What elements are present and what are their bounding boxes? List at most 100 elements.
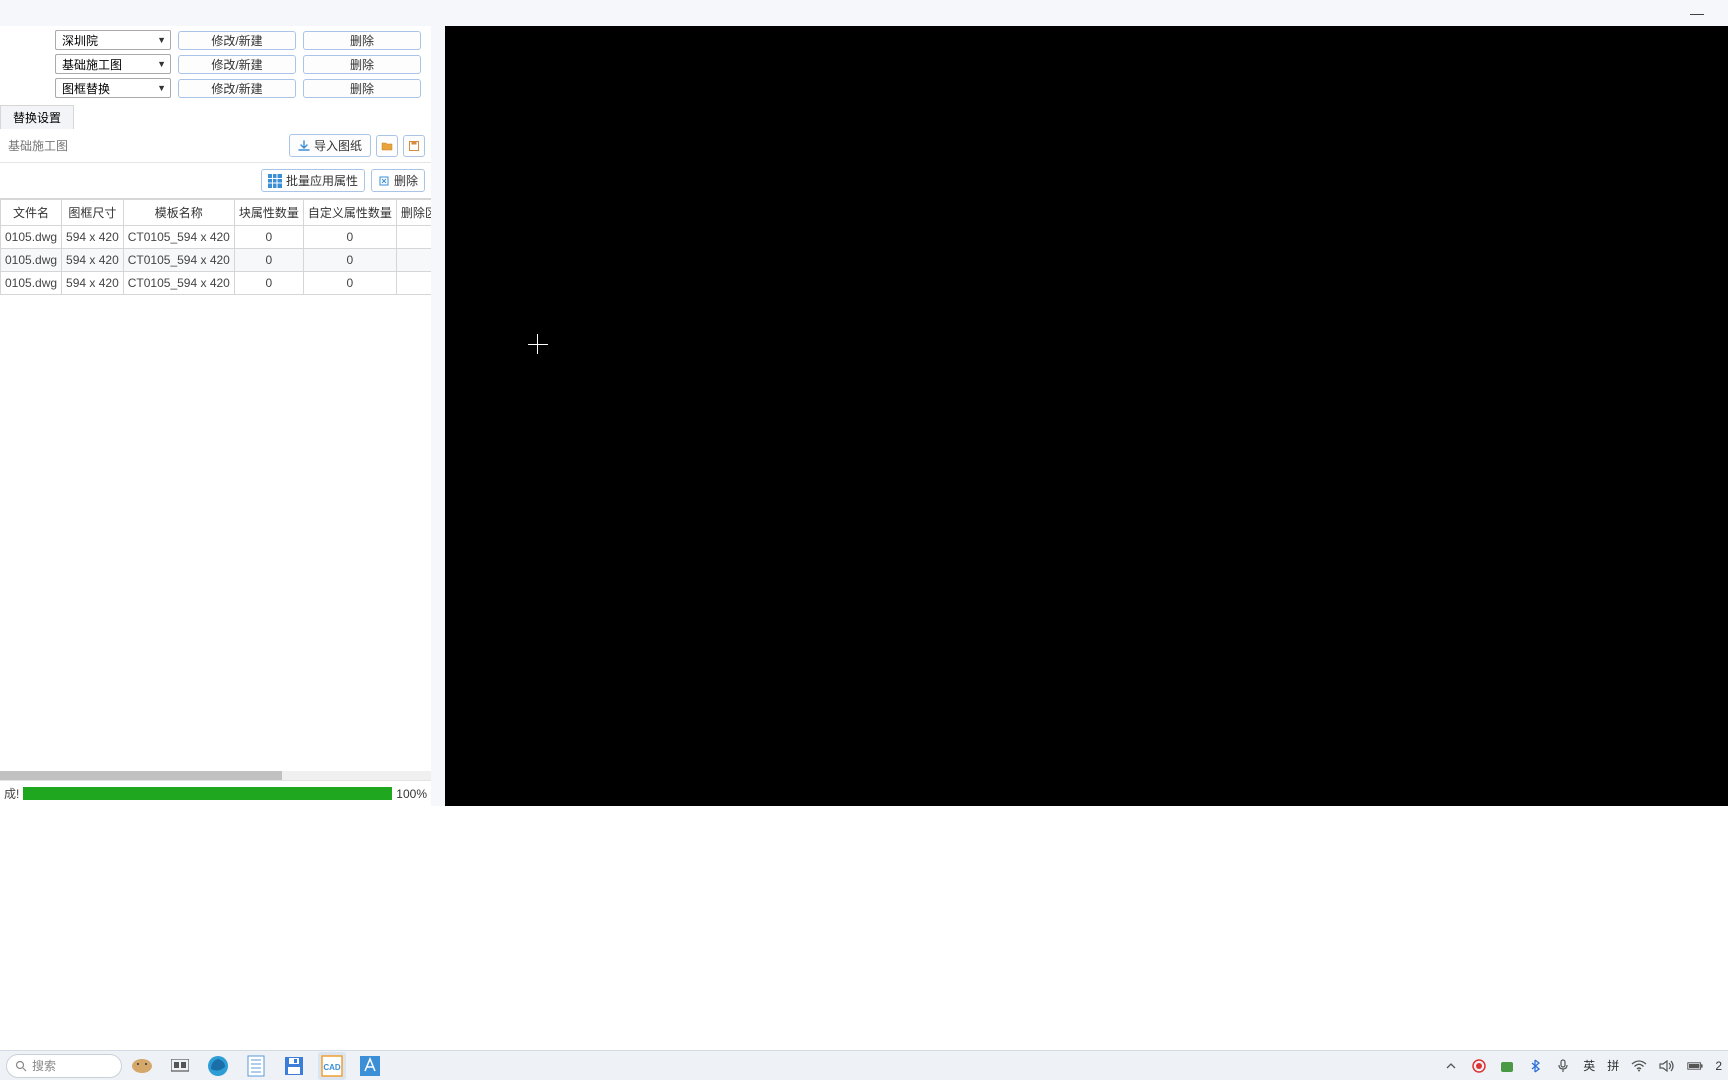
cell: 0 — [234, 272, 303, 295]
col-deleteregions[interactable]: 删除区域数量 — [396, 200, 431, 226]
search-icon — [15, 1060, 27, 1072]
grid-toolbar: 批量应用属性 删除 — [0, 163, 431, 198]
grid-icon — [268, 174, 282, 188]
cell: CT0105_594 x 420 — [123, 272, 234, 295]
tray-lang-pinyin[interactable]: 拼 — [1607, 1057, 1619, 1074]
delete-button-1[interactable]: 删除 — [303, 55, 421, 74]
cell: 0 — [396, 272, 431, 295]
save-button[interactable] — [403, 135, 425, 157]
select-value: 图框替换 — [62, 80, 110, 97]
scrollbar-thumb[interactable] — [0, 771, 282, 780]
tray-volume-icon[interactable] — [1659, 1058, 1675, 1074]
search-row: 导入图纸 — [0, 129, 431, 163]
cell: 594 x 420 — [62, 226, 124, 249]
taskbar-design-app[interactable] — [356, 1052, 384, 1080]
main-area: 深圳院 ▼ 修改/新建 删除 基础施工图 ▼ 修改/新建 删除 图框替换 ▼ — [0, 26, 1728, 806]
taskbar-save-app[interactable] — [280, 1052, 308, 1080]
progress-bar — [23, 787, 392, 800]
table-row[interactable]: 0105.dwg 594 x 420 CT0105_594 x 420 0 0 … — [1, 272, 432, 295]
taskbar: 搜索 CAD — [0, 1050, 1728, 1080]
table-row[interactable]: 0105.dwg 594 x 420 CT0105_594 x 420 0 0 … — [1, 249, 432, 272]
data-grid[interactable]: 文件名 图框尺寸 模板名称 块属性数量 自定义属性数量 删除区域数量 0105.… — [0, 198, 431, 780]
progress-row: 成! 100% — [0, 780, 431, 806]
tray-evernote-icon[interactable] — [1499, 1058, 1515, 1074]
save-icon — [408, 140, 420, 152]
tray-time-partial[interactable]: 2 — [1715, 1059, 1722, 1073]
table-row[interactable]: 0105.dwg 594 x 420 CT0105_594 x 420 0 0 … — [1, 226, 432, 249]
select-drawing-type[interactable]: 基础施工图 ▼ — [55, 54, 171, 74]
taskbar-cad-app[interactable]: CAD — [318, 1052, 346, 1080]
batch-apply-button[interactable]: 批量应用属性 — [261, 169, 365, 192]
minimize-button[interactable]: — — [1674, 5, 1720, 21]
select-value: 基础施工图 — [62, 56, 122, 73]
tray-lang-en[interactable]: 英 — [1583, 1057, 1595, 1074]
chevron-down-icon: ▼ — [157, 35, 166, 45]
drawing-canvas[interactable] — [445, 26, 1728, 806]
control-row: 深圳院 ▼ 修改/新建 删除 — [8, 30, 423, 50]
tray-battery-icon[interactable] — [1687, 1058, 1703, 1074]
tray-record-icon[interactable] — [1471, 1058, 1487, 1074]
control-row: 基础施工图 ▼ 修改/新建 删除 — [8, 54, 423, 74]
modify-button-1[interactable]: 修改/新建 — [178, 55, 296, 74]
titlebar: — — [0, 0, 1728, 26]
taskbar-edge[interactable] — [204, 1052, 232, 1080]
cell: CT0105_594 x 420 — [123, 249, 234, 272]
taskbar-app-cat[interactable] — [128, 1052, 156, 1080]
cell: 0 — [396, 226, 431, 249]
table-header-row: 文件名 图框尺寸 模板名称 块属性数量 自定义属性数量 删除区域数量 — [1, 200, 432, 226]
import-icon — [298, 140, 310, 152]
col-customattrs[interactable]: 自定义属性数量 — [303, 200, 396, 226]
cad-icon: CAD — [321, 1055, 343, 1077]
floppy-icon — [284, 1056, 304, 1076]
cell: 0105.dwg — [1, 272, 62, 295]
tab-strip: 替换设置 — [0, 102, 431, 129]
svg-text:CAD: CAD — [323, 1063, 341, 1072]
modify-button-2[interactable]: 修改/新建 — [178, 79, 296, 98]
select-frame-replace[interactable]: 图框替换 ▼ — [55, 78, 171, 98]
select-institute[interactable]: 深圳院 ▼ — [55, 30, 171, 50]
grid-delete-button[interactable]: 删除 — [371, 169, 425, 192]
col-template[interactable]: 模板名称 — [123, 200, 234, 226]
system-tray: 英 拼 2 — [1443, 1057, 1728, 1074]
edge-icon — [207, 1055, 229, 1077]
cell: 0 — [303, 249, 396, 272]
taskbar-notepad[interactable] — [242, 1052, 270, 1080]
taskbar-taskview[interactable] — [166, 1052, 194, 1080]
taskbar-search[interactable]: 搜索 — [6, 1054, 122, 1078]
horizontal-scrollbar[interactable] — [0, 771, 431, 780]
search-input[interactable] — [6, 135, 289, 157]
cat-icon — [130, 1056, 154, 1076]
bottom-gap — [0, 806, 1728, 831]
col-filename[interactable]: 文件名 — [1, 200, 62, 226]
crosshair-horizontal — [528, 344, 548, 345]
tray-bluetooth-icon[interactable] — [1527, 1058, 1543, 1074]
taskbar-items: CAD — [128, 1052, 384, 1080]
select-value: 深圳院 — [62, 32, 98, 49]
cell: 0 — [303, 272, 396, 295]
col-framesize[interactable]: 图框尺寸 — [62, 200, 124, 226]
delete-button-2[interactable]: 删除 — [303, 79, 421, 98]
grid-delete-label: 删除 — [394, 172, 418, 189]
folder-button[interactable] — [376, 135, 398, 157]
taskbar-search-label: 搜索 — [32, 1057, 56, 1074]
tab-replace-settings[interactable]: 替换设置 — [0, 105, 74, 129]
import-label: 导入图纸 — [314, 137, 362, 154]
controls-section: 深圳院 ▼ 修改/新建 删除 基础施工图 ▼ 修改/新建 删除 图框替换 ▼ — [0, 26, 431, 102]
tray-chevron-up-icon[interactable] — [1443, 1058, 1459, 1074]
notepad-icon — [247, 1055, 265, 1077]
folder-icon — [381, 140, 393, 152]
cell: 594 x 420 — [62, 272, 124, 295]
col-blockattrs[interactable]: 块属性数量 — [234, 200, 303, 226]
progress-fill — [23, 787, 392, 800]
tray-mic-icon[interactable] — [1555, 1058, 1571, 1074]
import-drawing-button[interactable]: 导入图纸 — [289, 134, 371, 157]
spacer — [0, 831, 1728, 1055]
modify-button-0[interactable]: 修改/新建 — [178, 31, 296, 50]
cell: 0 — [396, 249, 431, 272]
left-panel: 深圳院 ▼ 修改/新建 删除 基础施工图 ▼ 修改/新建 删除 图框替换 ▼ — [0, 26, 431, 806]
chevron-down-icon: ▼ — [157, 59, 166, 69]
delete-button-0[interactable]: 删除 — [303, 31, 421, 50]
chevron-down-icon: ▼ — [157, 83, 166, 93]
cell: 0 — [234, 249, 303, 272]
tray-wifi-icon[interactable] — [1631, 1058, 1647, 1074]
